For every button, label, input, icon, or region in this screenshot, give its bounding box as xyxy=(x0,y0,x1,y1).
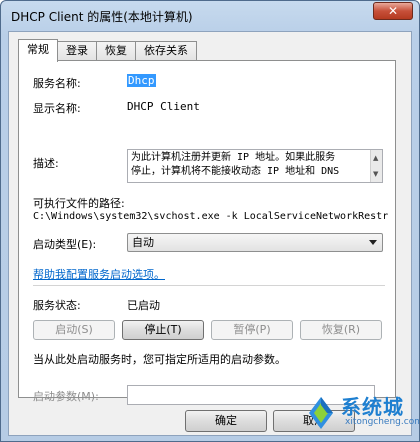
chevron-down-icon xyxy=(369,240,377,245)
tab-recovery[interactable]: 恢复 xyxy=(96,41,136,61)
start-button[interactable]: 启动(S) xyxy=(33,320,115,340)
tab-general[interactable]: 常规 xyxy=(18,39,58,62)
tab-dependencies[interactable]: 依存关系 xyxy=(135,41,197,61)
startup-type-label: 启动类型(E): xyxy=(33,238,97,251)
dialog-client-area: 常规 登录 恢复 依存关系 服务名称: Dhcp 显示名称: DHCP Clie… xyxy=(8,31,412,436)
tab-logon[interactable]: 登录 xyxy=(57,41,97,61)
description-textbox[interactable]: 为此计算机注册并更新 IP 地址。如果此服务 停止，计算机将不能接收动态 IP … xyxy=(127,149,383,183)
exe-path-label: 可执行文件的路径: xyxy=(33,197,125,210)
display-name-label: 显示名称: xyxy=(33,102,81,115)
service-status-label: 服务状态: xyxy=(33,299,81,312)
divider xyxy=(33,285,385,286)
description-line-2: 停止，计算机将不能接收动态 IP 地址和 DNS xyxy=(131,166,340,177)
help-configure-link[interactable]: 帮助我配置服务启动选项。 xyxy=(33,266,165,282)
service-status-value: 已启动 xyxy=(127,299,160,312)
ok-button[interactable]: 确定 xyxy=(185,410,267,432)
watermark-logo: 系统城 xitongcheng.com xyxy=(301,389,419,437)
start-params-hint: 当从此处启动服务时，您可指定所适用的启动参数。 xyxy=(33,353,286,366)
window-title: DHCP Client 的属性(本地计算机) xyxy=(11,10,193,24)
startup-type-value: 自动 xyxy=(132,236,154,249)
stop-button[interactable]: 停止(T) xyxy=(122,320,204,340)
close-icon: ✕ xyxy=(387,4,399,18)
startup-type-select[interactable]: 自动 xyxy=(127,233,383,252)
service-name-label: 服务名称: xyxy=(33,77,81,90)
description-scrollbar[interactable]: ▲ ▼ xyxy=(370,150,382,182)
tab-strip: 常规 登录 恢复 依存关系 xyxy=(18,39,197,62)
watermark-text: 系统城 xyxy=(341,395,404,419)
pause-button[interactable]: 暂停(P) xyxy=(211,320,293,340)
description-label: 描述: xyxy=(33,157,59,170)
resume-button[interactable]: 恢复(R) xyxy=(300,320,382,340)
description-line-1: 为此计算机注册并更新 IP 地址。如果此服务 xyxy=(131,152,336,163)
scroll-down-icon[interactable]: ▼ xyxy=(373,167,378,181)
service-name-value[interactable]: Dhcp xyxy=(127,74,156,87)
site-logo-icon xyxy=(309,397,333,429)
exe-path-value[interactable]: C:\Windows\system32\svchost.exe -k Local… xyxy=(33,211,389,222)
general-tab-panel: 服务名称: Dhcp 显示名称: DHCP Client 描述: 为此计算机注册… xyxy=(18,60,396,405)
scroll-up-icon[interactable]: ▲ xyxy=(373,151,378,165)
close-button[interactable]: ✕ xyxy=(373,2,413,20)
start-params-label: 启动参数(M): xyxy=(33,390,99,403)
watermark-url: xitongcheng.com xyxy=(345,417,420,427)
title-bar[interactable]: DHCP Client 的属性(本地计算机) ✕ xyxy=(1,1,419,31)
properties-window: DHCP Client 的属性(本地计算机) ✕ 常规 登录 恢复 依存关系 服… xyxy=(0,0,420,442)
display-name-value[interactable]: DHCP Client xyxy=(127,100,200,113)
